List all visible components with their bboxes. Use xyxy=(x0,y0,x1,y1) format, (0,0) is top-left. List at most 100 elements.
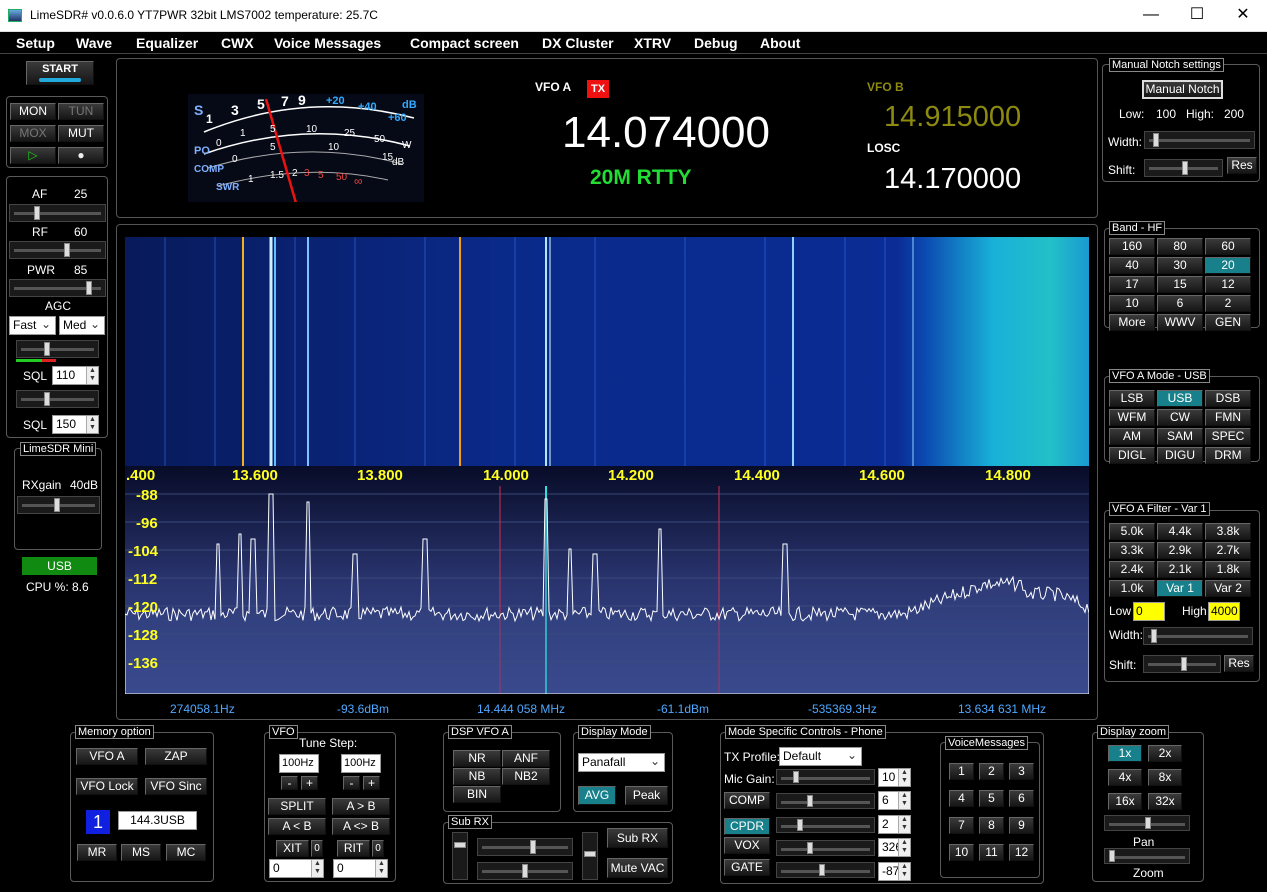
sql2-input[interactable]: 150 ▲ ▼ xyxy=(52,415,99,434)
band-button-6[interactable]: 6 xyxy=(1157,295,1203,312)
zoom-button-2x[interactable]: 2x xyxy=(1148,745,1182,762)
mode-button-digu[interactable]: DIGU xyxy=(1157,447,1203,464)
voice-message-button-9[interactable]: 9 xyxy=(1009,817,1034,834)
filter-shift-slider-thumb[interactable] xyxy=(1181,657,1187,671)
menu-dx-cluster[interactable]: DX Cluster xyxy=(542,35,614,51)
agc-speed-select[interactable]: Med xyxy=(59,316,105,335)
record-button[interactable]: ● xyxy=(58,147,104,164)
voice-message-button-6[interactable]: 6 xyxy=(1009,790,1034,807)
filter-button-4-4k[interactable]: 4.4k xyxy=(1157,523,1203,540)
voice-message-button-3[interactable]: 3 xyxy=(1009,763,1034,780)
vfo-a-frequency[interactable]: 14.074000 xyxy=(562,108,770,158)
sql2-slider-thumb[interactable] xyxy=(44,392,50,406)
waterfall[interactable] xyxy=(125,237,1089,466)
notch-res-button[interactable]: Res xyxy=(1227,157,1257,174)
menu-about[interactable]: About xyxy=(760,35,800,51)
rxgain-slider-thumb[interactable] xyxy=(54,498,60,512)
subrx-slider2-thumb[interactable] xyxy=(522,864,528,878)
band-button-gen[interactable]: GEN xyxy=(1205,314,1251,331)
comp-input[interactable]: 6 ▲ ▼ xyxy=(878,791,911,810)
rit-button[interactable]: RIT xyxy=(337,840,370,857)
bin-button[interactable]: BIN xyxy=(453,786,501,803)
band-button-40[interactable]: 40 xyxy=(1109,257,1155,274)
cpdr-input[interactable]: 2 ▲ ▼ xyxy=(878,815,911,834)
cpdr-slider-thumb[interactable] xyxy=(797,819,803,831)
filter-width-slider[interactable] xyxy=(1143,627,1253,645)
ms-button[interactable]: MS xyxy=(121,844,161,861)
subrx-slider-2[interactable] xyxy=(477,862,573,880)
nb-button[interactable]: NB xyxy=(453,768,501,785)
zoom-button-1x[interactable]: 1x xyxy=(1108,745,1142,762)
memory-channel[interactable]: 1 xyxy=(86,810,110,834)
zoom-button-16x[interactable]: 16x xyxy=(1108,793,1142,810)
band-button-15[interactable]: 15 xyxy=(1157,276,1203,293)
anf-button[interactable]: ANF xyxy=(502,750,550,767)
filter-shift-slider[interactable] xyxy=(1143,655,1221,673)
mode-button-fmn[interactable]: FMN xyxy=(1205,409,1251,426)
comp-slider[interactable] xyxy=(776,793,875,809)
tune-step-2[interactable]: 100Hz xyxy=(341,754,381,773)
cpdr-spinner[interactable]: ▲ ▼ xyxy=(898,816,910,833)
gate-button[interactable]: GATE xyxy=(724,859,770,876)
subrx-slider-1[interactable] xyxy=(477,838,573,856)
subrx-vertical-slider-2[interactable] xyxy=(582,832,598,880)
filter-res-button[interactable]: Res xyxy=(1224,655,1254,672)
band-button-10[interactable]: 10 xyxy=(1109,295,1155,312)
filter-button-var-2[interactable]: Var 2 xyxy=(1205,580,1251,597)
band-button-30[interactable]: 30 xyxy=(1157,257,1203,274)
filter-button-1-8k[interactable]: 1.8k xyxy=(1205,561,1251,578)
menu-compact-screen[interactable]: Compact screen xyxy=(410,35,519,51)
manual-notch-button[interactable]: Manual Notch xyxy=(1142,80,1223,99)
filter-width-slider-thumb[interactable] xyxy=(1151,629,1157,643)
sql2-spinner[interactable]: ▲ ▼ xyxy=(86,416,98,433)
agc-mode-select[interactable]: Fast xyxy=(9,316,56,335)
voice-message-button-4[interactable]: 4 xyxy=(949,790,974,807)
voice-message-button-7[interactable]: 7 xyxy=(949,817,974,834)
filter-button-var-1[interactable]: Var 1 xyxy=(1157,580,1203,597)
voice-message-button-1[interactable]: 1 xyxy=(949,763,974,780)
subrx-vslider1-thumb[interactable] xyxy=(454,842,466,848)
cpdr-button[interactable]: CPDR xyxy=(724,818,770,835)
band-button-17[interactable]: 17 xyxy=(1109,276,1155,293)
mic-gain-slider-thumb[interactable] xyxy=(793,771,799,783)
mode-button-lsb[interactable]: LSB xyxy=(1109,390,1155,407)
subrx-vslider2-thumb[interactable] xyxy=(584,851,596,857)
af-slider-thumb[interactable] xyxy=(33,206,40,220)
b-to-a-button[interactable]: A < B xyxy=(268,818,326,835)
mode-button-dsb[interactable]: DSB xyxy=(1205,390,1251,407)
maximize-button[interactable]: ☐ xyxy=(1174,0,1220,31)
vfo-b-frequency[interactable]: 14.915000 xyxy=(884,101,1021,134)
voice-message-button-10[interactable]: 10 xyxy=(949,844,974,861)
a-to-b-button[interactable]: A > B xyxy=(332,798,390,815)
sub-rx-button[interactable]: Sub RX xyxy=(607,828,668,848)
mode-button-am[interactable]: AM xyxy=(1109,428,1155,445)
band-button-more[interactable]: More xyxy=(1109,314,1155,331)
gate-slider-thumb[interactable] xyxy=(819,864,825,876)
notch-shift-slider[interactable] xyxy=(1144,159,1223,177)
comp-button[interactable]: COMP xyxy=(724,792,770,809)
zoom-button-8x[interactable]: 8x xyxy=(1148,769,1182,786)
sql2-slider[interactable] xyxy=(16,390,99,408)
rf-slider-thumb[interactable] xyxy=(64,243,71,257)
notch-shift-slider-thumb[interactable] xyxy=(1182,161,1188,175)
mc-button[interactable]: MC xyxy=(166,844,206,861)
af-slider[interactable] xyxy=(9,204,106,222)
mode-button-spec[interactable]: SPEC xyxy=(1205,428,1251,445)
mode-button-usb[interactable]: USB xyxy=(1157,390,1203,407)
sql1-slider[interactable] xyxy=(16,340,99,358)
mut-button[interactable]: MUT xyxy=(58,125,104,142)
comp-slider-thumb[interactable] xyxy=(807,795,813,807)
subrx-vertical-slider-1[interactable] xyxy=(452,832,468,880)
mode-button-drm[interactable]: DRM xyxy=(1205,447,1251,464)
vfo-lock-button[interactable]: VFO Lock xyxy=(76,778,138,795)
vox-spinner[interactable]: ▲ ▼ xyxy=(898,839,910,856)
filter-button-2-7k[interactable]: 2.7k xyxy=(1205,542,1251,559)
mic-gain-input[interactable]: 10 ▲ ▼ xyxy=(878,768,911,787)
band-button-20[interactable]: 20 xyxy=(1205,257,1251,274)
menu-voice-messages[interactable]: Voice Messages xyxy=(274,35,381,51)
xit-spinner[interactable]: ▲ ▼ xyxy=(311,860,323,877)
rit-zero-button[interactable]: 0 xyxy=(372,840,384,857)
zap-button[interactable]: ZAP xyxy=(145,748,207,765)
band-button-wwv[interactable]: WWV xyxy=(1157,314,1203,331)
pwr-slider[interactable] xyxy=(9,279,106,297)
